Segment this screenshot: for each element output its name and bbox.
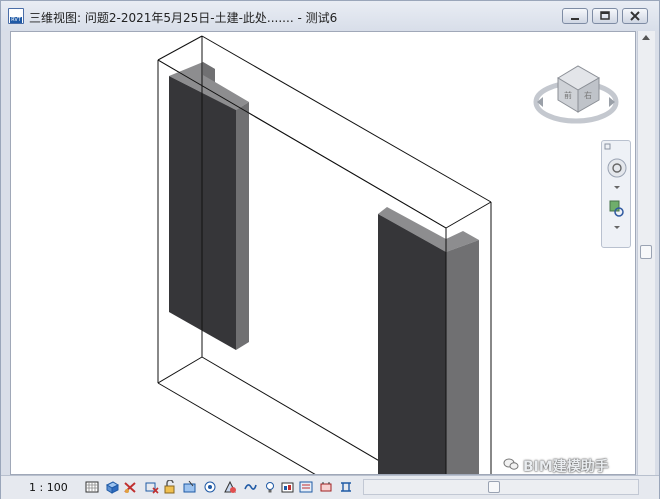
reveal-hidden-icon[interactable] bbox=[203, 480, 217, 494]
analysis-icon[interactable] bbox=[281, 480, 295, 494]
close-icon bbox=[630, 11, 640, 21]
horizontal-scrollbar[interactable] bbox=[363, 479, 639, 495]
lightbulb-icon[interactable] bbox=[263, 480, 277, 494]
navigation-bar[interactable] bbox=[601, 140, 631, 248]
unlock-3d-icon[interactable] bbox=[163, 480, 177, 494]
horizontal-scroll-thumb[interactable] bbox=[488, 481, 500, 493]
scroll-up-icon[interactable] bbox=[642, 35, 650, 40]
viewcube-front-label: 前 bbox=[564, 90, 572, 100]
left-column bbox=[169, 62, 249, 350]
render-icon[interactable] bbox=[223, 480, 237, 494]
navigation-tools bbox=[604, 143, 627, 229]
minimize-button[interactable] bbox=[562, 8, 588, 24]
worksharing-icon[interactable] bbox=[243, 480, 257, 494]
3d-view-canvas[interactable]: 前 右 bbox=[10, 31, 636, 475]
vertical-scroll-thumb[interactable] bbox=[640, 245, 652, 259]
right-column bbox=[378, 207, 479, 474]
watermark-text: BIM建模助手 bbox=[523, 459, 609, 475]
temporary-view-icon[interactable] bbox=[299, 480, 313, 494]
viewcube-right-label: 右 bbox=[584, 90, 592, 100]
wechat-logo-icon bbox=[503, 458, 519, 470]
revit-view-window: RVT 三维视图: 问题2-2021年5月25日-土建-此处....... - … bbox=[0, 0, 660, 499]
minimize-icon bbox=[571, 18, 579, 20]
maximize-icon bbox=[600, 11, 610, 20]
view-scale[interactable]: 1 : 100 bbox=[29, 481, 68, 494]
viewcube-icon: 前 右 bbox=[533, 65, 619, 124]
highlight-icon[interactable] bbox=[339, 480, 353, 494]
file-type-label: RVT bbox=[10, 17, 22, 23]
temporary-hide-icon[interactable] bbox=[183, 480, 197, 494]
constraints-icon[interactable] bbox=[319, 480, 333, 494]
model-drawing: 前 右 bbox=[157, 35, 619, 474]
crop-region-icon[interactable] bbox=[145, 480, 159, 494]
title-bar[interactable]: RVT 三维视图: 问题2-2021年5月25日-土建-此处....... - … bbox=[1, 1, 659, 31]
close-button[interactable] bbox=[622, 8, 648, 24]
maximize-button[interactable] bbox=[592, 8, 618, 24]
rvt-file-icon: RVT bbox=[8, 8, 24, 24]
vertical-scrollbar[interactable] bbox=[637, 31, 655, 475]
shadows-icon[interactable] bbox=[105, 480, 119, 494]
window-title: 三维视图: 问题2-2021年5月25日-土建-此处....... - 测试6 bbox=[29, 11, 338, 25]
crop-icon[interactable] bbox=[123, 480, 137, 494]
visual-style-icon[interactable] bbox=[85, 480, 99, 494]
